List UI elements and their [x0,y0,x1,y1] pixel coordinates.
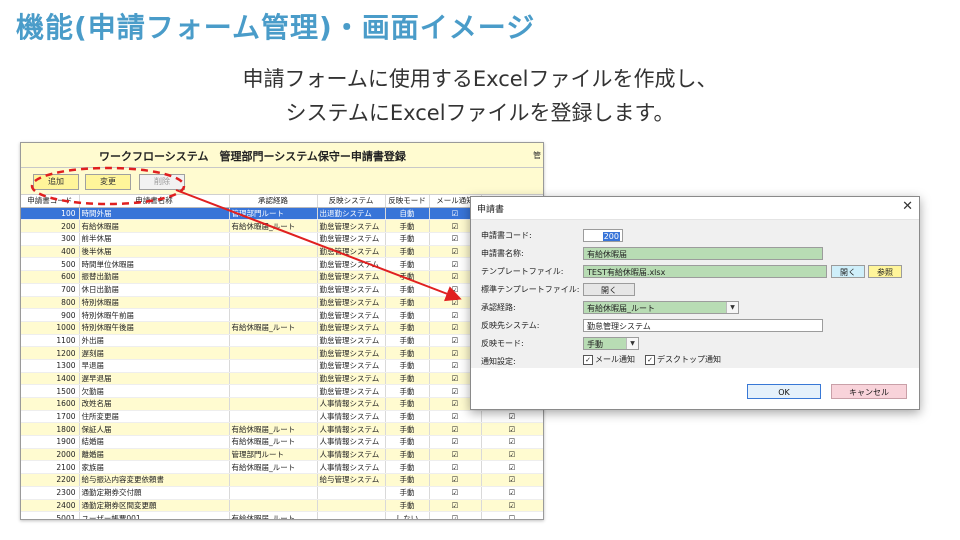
highlight-ellipse [30,166,186,206]
pointer-arrow [175,189,462,302]
annotation-overlay [30,166,462,302]
